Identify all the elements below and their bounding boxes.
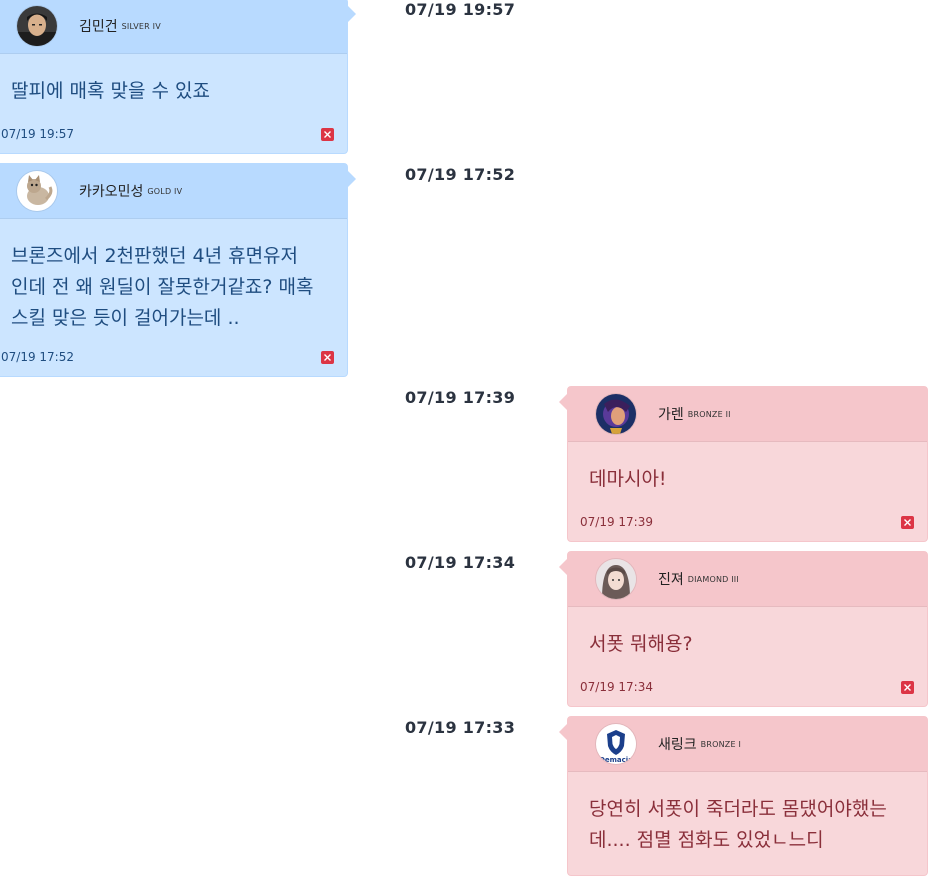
footer-time: 07/19 19:57 <box>1 127 74 141</box>
timeline-timestamp: 07/19 17:52 <box>405 165 516 184</box>
close-icon <box>904 519 911 526</box>
message-card: 가렌 BRONZE II 데마시아! 07/19 17:39 <box>559 386 928 542</box>
close-icon <box>904 684 911 691</box>
message-footer: 07/19 19:57 <box>0 127 347 143</box>
demacia-logo-icon[interactable]: Demacia <box>596 724 636 764</box>
message-header: 김민건 SILVER IV <box>0 0 347 54</box>
girl-avatar-icon[interactable] <box>596 559 636 599</box>
footer-time: 07/19 17:52 <box>1 350 74 364</box>
close-icon <box>324 131 331 138</box>
message-footer: 07/19 17:52 <box>0 350 347 366</box>
author-tier: BRONZE II <box>687 409 731 419</box>
author-name[interactable]: 가렌 <box>658 404 684 424</box>
timeline-timestamp: 07/19 19:57 <box>405 0 516 19</box>
message-text: 딸피에 매혹 맞을 수 있죠 <box>11 80 210 102</box>
user-photo-icon[interactable] <box>17 6 57 46</box>
message-footer: 07/19 17:39 <box>568 515 927 531</box>
delete-button[interactable] <box>901 681 914 694</box>
delete-button[interactable] <box>321 351 334 364</box>
author-tier: DIAMOND III <box>687 574 739 584</box>
author-name[interactable]: 카카오민성 <box>79 181 143 201</box>
card-pointer <box>559 723 568 741</box>
message-text: 데마시아! <box>589 468 667 490</box>
message-text: 당연히 서폿이 죽더라도 몸댔어야했는 데.... 점멸 점화도 있었ㄴ느디 <box>589 798 887 851</box>
message-header: 카카오민성 GOLD IV <box>0 164 347 219</box>
delete-button[interactable] <box>321 128 334 141</box>
message-card: 진져 DIAMOND III 서폿 뭐해용? 07/19 17:34 <box>559 551 928 707</box>
message-header: Demacia 새링크 BRONZE I <box>568 717 927 772</box>
message-text: 브론즈에서 2천판했던 4년 휴면유저 인데 전 왜 원딜이 잘못한거같죠? 매… <box>11 245 314 329</box>
card-pointer <box>347 5 356 23</box>
timeline-timestamp: 07/19 17:33 <box>405 718 516 737</box>
author-tier: SILVER IV <box>121 21 161 31</box>
author-tier: BRONZE I <box>700 739 742 749</box>
cat-avatar-icon[interactable] <box>17 171 57 211</box>
timeline-timestamp: 07/19 17:39 <box>405 388 516 407</box>
author-tier: GOLD IV <box>147 186 183 196</box>
card-pointer <box>347 170 356 188</box>
footer-time: 07/19 17:39 <box>580 515 653 529</box>
card-pointer <box>559 393 568 411</box>
author-name[interactable]: 김민건 <box>79 16 118 36</box>
delete-button[interactable] <box>901 516 914 529</box>
message-card: Demacia 새링크 BRONZE I 당연히 서폿이 죽더라도 몸댔어야했는… <box>559 716 928 876</box>
message-card: 카카오민성 GOLD IV 브론즈에서 2천판했던 4년 휴면유저 인데 전 왜… <box>0 163 356 377</box>
author-name[interactable]: 새링크 <box>658 734 697 754</box>
message-text: 서폿 뭐해용? <box>589 633 693 655</box>
champion-avatar-icon[interactable] <box>596 394 636 434</box>
message-footer: 07/19 17:34 <box>568 680 927 696</box>
card-pointer <box>559 558 568 576</box>
message-header: 가렌 BRONZE II <box>568 387 927 442</box>
message-header: 진져 DIAMOND III <box>568 552 927 607</box>
close-icon <box>324 354 331 361</box>
avatar-logo-text: Demacia <box>599 756 633 764</box>
message-card: 김민건 SILVER IV 딸피에 매혹 맞을 수 있죠 07/19 19:57 <box>0 0 356 154</box>
footer-time: 07/19 17:34 <box>580 680 653 694</box>
timeline-timestamp: 07/19 17:34 <box>405 553 516 572</box>
author-name[interactable]: 진져 <box>658 569 684 589</box>
